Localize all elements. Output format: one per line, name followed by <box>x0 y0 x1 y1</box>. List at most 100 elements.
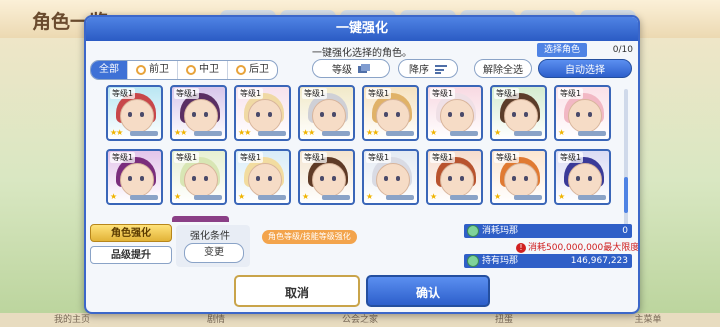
character-card[interactable]: 等级1 ★ <box>106 149 163 205</box>
character-card[interactable]: 等级1 ★ <box>170 149 227 205</box>
grid-scrollbar[interactable] <box>624 89 628 229</box>
star-rating-icon: ★ <box>430 192 437 201</box>
rank-bar <box>450 195 478 200</box>
dialog-title: 一键强化 <box>86 17 638 41</box>
rank-bar <box>578 195 606 200</box>
bottom-nav: 我的主页 剧情 公会之家 扭蛋 主菜单 <box>0 313 720 327</box>
deselect-all-button[interactable]: 解除全选 <box>474 59 532 78</box>
character-portrait <box>568 163 602 197</box>
character-level: 等级1 <box>110 152 136 163</box>
character-card[interactable]: 等级1 ★★ <box>362 85 419 141</box>
confirm-button[interactable]: 确认 <box>366 275 490 307</box>
character-card[interactable]: 等级1 ★ <box>426 85 483 141</box>
character-level: 等级1 <box>494 152 520 163</box>
order-label: 降序 <box>409 65 429 76</box>
mana-cost-label: 消耗玛那 <box>482 226 519 236</box>
condition-label: 强化条件 <box>190 231 230 242</box>
star-rating-icon: ★ <box>430 128 437 137</box>
middle-position-icon <box>186 65 196 75</box>
star-rating-icon: ★ <box>494 192 501 201</box>
cancel-button[interactable]: 取消 <box>234 275 360 307</box>
character-eyes <box>256 112 272 117</box>
nav-gacha[interactable]: 扭蛋 <box>432 313 576 327</box>
star-rating-icon: ★★ <box>366 128 379 137</box>
character-level: 等级1 <box>558 88 584 99</box>
character-card[interactable]: 等级1 ★★ <box>170 85 227 141</box>
rank-bar <box>322 131 350 136</box>
star-rating-icon: ★ <box>494 128 501 137</box>
sort-label: 等级 <box>332 65 352 76</box>
character-eyes <box>128 112 144 117</box>
character-card[interactable]: 等级1 ★ <box>554 149 611 205</box>
character-portrait <box>376 99 410 133</box>
rank-bar <box>130 195 158 200</box>
character-portrait <box>184 163 218 197</box>
character-level: 等级1 <box>174 88 200 99</box>
rank-bar <box>514 195 542 200</box>
star-rating-icon: ★★ <box>174 128 187 137</box>
sort-button[interactable]: 等级 <box>312 59 390 78</box>
enhance-dialog: 一键强化 一键强化选择的角色。 选择角色 0/10 全部 前卫 中卫 后卫 等级… <box>84 15 640 314</box>
character-eyes <box>448 176 464 181</box>
character-level: 等级1 <box>302 88 328 99</box>
nav-home[interactable]: 我的主页 <box>0 313 144 327</box>
character-card[interactable]: 等级1 ★ <box>298 149 355 205</box>
character-card[interactable]: 等级1 ★ <box>234 149 291 205</box>
nav-guild-house[interactable]: 公会之家 <box>288 313 432 327</box>
star-rating-icon: ★ <box>302 192 309 201</box>
character-card[interactable]: 等级1 ★★ <box>298 85 355 141</box>
character-card[interactable]: 等级1 ★ <box>362 149 419 205</box>
character-portrait <box>184 99 218 133</box>
character-eyes <box>256 176 272 181</box>
character-portrait <box>440 99 474 133</box>
scrollbar-thumb[interactable] <box>624 177 628 213</box>
filter-tab-front[interactable]: 前卫 <box>127 61 177 79</box>
character-card[interactable]: 等级1 ★★ <box>106 85 163 141</box>
deselect-all-label: 解除全选 <box>483 65 523 76</box>
character-level: 等级1 <box>430 152 456 163</box>
auto-select-button[interactable]: 自动选择 <box>538 59 632 78</box>
mana-icon <box>467 254 479 267</box>
filter-tab-all[interactable]: 全部 <box>91 61 127 79</box>
mana-owned-value: 146,967,223 <box>570 256 628 266</box>
order-button[interactable]: 降序 <box>398 59 458 78</box>
character-portrait <box>568 99 602 133</box>
character-level: 等级1 <box>174 152 200 163</box>
filter-tab-middle[interactable]: 中卫 <box>177 61 227 79</box>
star-rating-icon: ★ <box>174 192 181 201</box>
character-card[interactable]: 等级1 ★★ <box>234 85 291 141</box>
star-rating-icon: ★ <box>366 192 373 201</box>
character-eyes <box>512 112 528 117</box>
rank-bar <box>194 131 222 136</box>
character-card[interactable]: 等级1 ★ <box>490 149 547 205</box>
character-eyes <box>384 112 400 117</box>
nav-main-menu[interactable]: 主菜单 <box>576 313 720 327</box>
rank-bar <box>258 195 286 200</box>
character-card[interactable]: 等级1 ★ <box>554 85 611 141</box>
character-card[interactable]: 等级1 ★ <box>490 85 547 141</box>
nav-story[interactable]: 剧情 <box>144 313 288 327</box>
character-eyes <box>128 176 144 181</box>
rank-up-button[interactable]: 品级提升 <box>90 246 172 264</box>
character-level: 等级1 <box>238 152 264 163</box>
character-eyes <box>192 112 208 117</box>
selected-count: 0/10 <box>612 45 633 55</box>
character-eyes <box>320 112 336 117</box>
mana-owned-row: 持有玛那 146,967,223 <box>464 254 632 268</box>
filter-tab-label: 后卫 <box>249 64 269 75</box>
character-level: 等级1 <box>366 88 392 99</box>
mana-owned-label: 持有玛那 <box>482 256 519 266</box>
character-portrait <box>440 163 474 197</box>
filter-tab-back[interactable]: 后卫 <box>227 61 277 79</box>
star-rating-icon: ★★ <box>302 128 315 137</box>
mana-cost-value: 0 <box>622 226 628 236</box>
filter-tab-label: 中卫 <box>199 64 219 75</box>
character-enhance-button[interactable]: 角色强化 <box>90 224 172 242</box>
rank-bar <box>322 195 350 200</box>
mana-limit-warning: ! 消耗500,000,000最大限度 <box>516 240 638 253</box>
order-lines-icon <box>435 64 447 74</box>
character-level: 等级1 <box>302 152 328 163</box>
character-card[interactable]: 等级1 ★ <box>426 149 483 205</box>
change-condition-button[interactable]: 变更 <box>184 243 244 263</box>
character-level: 等级1 <box>366 152 392 163</box>
